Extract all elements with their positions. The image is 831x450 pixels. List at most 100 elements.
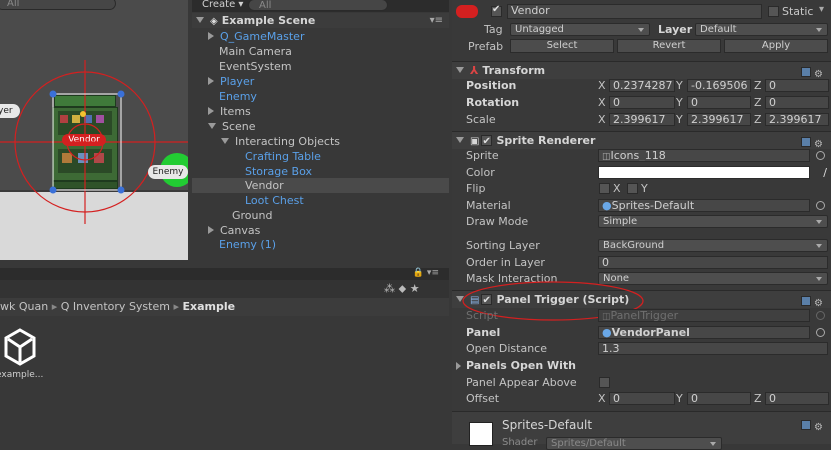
- material-name: Sprites-Default: [502, 418, 593, 432]
- help-icon[interactable]: [801, 137, 811, 147]
- sprite-renderer-enabled-checkbox[interactable]: [481, 133, 493, 151]
- draw-mode-dropdown[interactable]: Simple: [598, 215, 828, 228]
- shader-label: Shader: [502, 437, 538, 448]
- flip-x-checkbox[interactable]: [599, 183, 610, 194]
- layer-dropdown[interactable]: Default: [695, 23, 828, 36]
- filter-icons[interactable]: ⁂ ⬥ ★: [384, 282, 420, 296]
- scene-header[interactable]: ◈ Example Scene ▾≡: [192, 13, 449, 28]
- hierarchy-item-selected[interactable]: Vendor: [192, 178, 449, 193]
- rotation-label: Rotation: [466, 96, 520, 109]
- lock-icon[interactable]: 🔒 ▾≡: [413, 268, 439, 278]
- breadcrumb-item[interactable]: Q Inventory System: [61, 300, 170, 313]
- unity-logo-icon: [4, 328, 36, 366]
- project-tabbar: 🔒 ▾≡: [0, 268, 449, 280]
- order-in-layer-field[interactable]: 0: [598, 256, 828, 269]
- draw-mode-label: Draw Mode: [466, 215, 529, 228]
- open-distance-field[interactable]: 1.3: [598, 342, 828, 355]
- eyedropper-icon[interactable]: ∕: [823, 164, 827, 181]
- panel-field[interactable]: ●VendorPanel: [598, 326, 810, 339]
- hierarchy-item[interactable]: Canvas: [192, 223, 260, 238]
- hierarchy-search-input[interactable]: All: [248, 0, 388, 11]
- selection-gizmo: [0, 60, 188, 224]
- scale-z-field[interactable]: 2.399617: [765, 113, 829, 126]
- help-icon[interactable]: [801, 420, 811, 430]
- help-icon[interactable]: [801, 67, 811, 77]
- hierarchy-item[interactable]: Q_GameMaster: [192, 29, 304, 44]
- panel-appear-above-checkbox[interactable]: [599, 377, 610, 388]
- sorting-layer-label: Sorting Layer: [466, 239, 540, 252]
- scale-y-field[interactable]: 2.399617: [687, 113, 751, 126]
- hierarchy-item[interactable]: Enemy: [192, 89, 257, 104]
- prefab-select-button[interactable]: Select: [510, 39, 614, 53]
- help-icon[interactable]: [801, 296, 811, 306]
- object-picker-icon[interactable]: [816, 151, 825, 160]
- position-x-field[interactable]: 0.2374287: [609, 79, 675, 92]
- object-picker-icon[interactable]: [816, 328, 825, 337]
- hierarchy-item[interactable]: Player: [192, 74, 254, 89]
- collapse-icon[interactable]: [196, 17, 204, 23]
- hierarchy-panel: Create ▾ All ◈ Example Scene ▾≡ Q_GameMas…: [192, 0, 449, 262]
- rotation-y-field[interactable]: 0: [687, 96, 751, 109]
- scene-view[interactable]: All yer Vendor Enemy: [0, 0, 188, 260]
- sprite-renderer-icon: ▣: [470, 136, 480, 147]
- options-icon[interactable]: ▾≡: [430, 13, 443, 28]
- sorting-layer-dropdown[interactable]: BackGround: [598, 239, 828, 252]
- material-field[interactable]: ●Sprites-Default: [598, 199, 810, 212]
- material-label: Material: [466, 199, 511, 212]
- scale-label: Scale: [466, 113, 496, 126]
- static-checkbox[interactable]: [768, 6, 779, 17]
- flip-label: Flip: [466, 182, 486, 195]
- position-z-field[interactable]: 0: [765, 79, 829, 92]
- inspector-panel: Vendor Static ▾ Tag Untagged Layer Defau…: [452, 0, 831, 450]
- offset-z-field[interactable]: 0: [765, 392, 829, 405]
- prefab-apply-button[interactable]: Apply: [724, 39, 828, 53]
- breadcrumb-item[interactable]: wk Quan: [0, 300, 48, 313]
- offset-y-field[interactable]: 0: [687, 392, 751, 405]
- position-y-field[interactable]: -0.169506: [687, 79, 751, 92]
- name-field[interactable]: Vendor: [507, 4, 762, 19]
- object-picker-icon[interactable]: [816, 201, 825, 210]
- hierarchy-item[interactable]: Interacting Objects: [192, 134, 340, 149]
- transform-icon: ⅄: [470, 64, 479, 77]
- project-panel: 🔒 ▾≡ ⁂ ⬥ ★ wk Quan ▸ Q Inventory System …: [0, 268, 449, 444]
- hierarchy-item[interactable]: Ground: [192, 208, 272, 223]
- tag-dropdown[interactable]: Untagged: [510, 23, 650, 36]
- hierarchy-item[interactable]: Enemy (1): [192, 237, 276, 252]
- hierarchy-item[interactable]: Loot Chest: [192, 193, 304, 208]
- panel-appear-above-label: Panel Appear Above: [466, 376, 577, 389]
- active-checkbox[interactable]: [491, 4, 502, 17]
- open-distance-label: Open Distance: [466, 342, 547, 355]
- project-toolbar: ⁂ ⬥ ★: [0, 280, 449, 298]
- panel-label: Panel: [466, 326, 501, 339]
- material-swatch: [469, 422, 493, 446]
- breadcrumb: wk Quan ▸ Q Inventory System ▸ Example: [0, 298, 449, 316]
- flip-y-checkbox[interactable]: [627, 183, 638, 194]
- scale-x-field[interactable]: 2.399617: [609, 113, 675, 126]
- hierarchy-item[interactable]: Crafting Table: [192, 149, 321, 164]
- static-dropdown-icon[interactable]: ▾: [819, 4, 824, 15]
- color-swatch[interactable]: [598, 166, 810, 179]
- asset-item[interactable]: example...: [0, 328, 50, 388]
- offset-x-field[interactable]: 0: [609, 392, 675, 405]
- hierarchy-item[interactable]: Storage Box: [192, 164, 312, 179]
- unity-icon: ◈: [210, 16, 218, 27]
- panels-open-with-label[interactable]: Panels Open With: [466, 357, 576, 374]
- layer-label: Layer: [658, 23, 693, 36]
- hierarchy-item[interactable]: Main Camera: [192, 44, 292, 59]
- prefab-revert-button[interactable]: Revert: [617, 39, 721, 53]
- gear-icon[interactable]: ⚙: [814, 422, 823, 433]
- material-preview[interactable]: Sprites-Default Shader Sprites/Default ⚙: [452, 411, 831, 450]
- expand-icon[interactable]: [456, 362, 461, 370]
- hierarchy-item[interactable]: Items: [192, 104, 251, 119]
- rotation-x-field[interactable]: 0: [609, 96, 675, 109]
- sprite-field[interactable]: ◫Icons_118: [598, 149, 810, 162]
- create-menu[interactable]: Create ▾: [202, 0, 243, 10]
- hierarchy-item[interactable]: EventSystem: [192, 59, 292, 74]
- color-label: Color: [466, 166, 495, 179]
- static-label: Static: [782, 5, 814, 18]
- enemy-marker[interactable]: Enemy: [148, 165, 188, 179]
- breadcrumb-item[interactable]: Example: [183, 300, 236, 313]
- rotation-z-field[interactable]: 0: [765, 96, 829, 109]
- hierarchy-item[interactable]: Scene: [192, 119, 256, 134]
- script-field: ◫PanelTrigger: [598, 309, 810, 322]
